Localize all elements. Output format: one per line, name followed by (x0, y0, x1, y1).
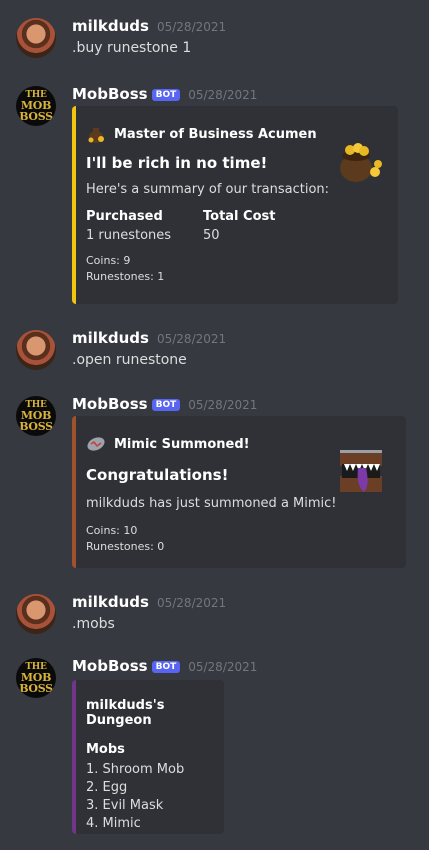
message-4: THE MOB BOSS MobBoss BOT 05/28/2021 Mimic … (0, 394, 429, 570)
field-value: 50 (203, 228, 220, 243)
field-name: Total Cost (203, 209, 276, 224)
embed-field: Purchased 1 runestones (86, 209, 203, 243)
message-header: MobBoss BOT 05/28/2021 (72, 656, 257, 675)
timestamp: 05/28/2021 (188, 398, 258, 412)
gold-pot-icon (340, 143, 382, 182)
username[interactable]: MobBoss (72, 657, 148, 675)
message-2: THE MOB BOSS MobBoss BOT 05/28/2021 Master… (0, 84, 429, 306)
timestamp: 05/28/2021 (188, 88, 258, 102)
embed-author-name: Mimic Summoned! (114, 436, 250, 452)
footer-line: Coins: 9 (86, 254, 131, 267)
username[interactable]: MobBoss (72, 85, 148, 103)
user-avatar[interactable] (16, 594, 56, 634)
footer-line: Coins: 10 (86, 524, 138, 537)
embed-color-bar (72, 106, 76, 304)
user-avatar[interactable] (16, 18, 56, 58)
embed-author-name: Master of Business Acumen (114, 126, 317, 142)
embed: milkduds's Dungeon Mobs 1. Shroom Mob 2.… (72, 680, 224, 834)
bot-avatar-text: BOSS (19, 109, 53, 123)
embed-footer: Coins: 9 Runestones: 1 (86, 253, 386, 285)
bot-avatar-text: MOB (20, 98, 52, 112)
bot-avatar[interactable]: THE MOB BOSS (16, 396, 56, 436)
message-header: MobBoss BOT 05/28/2021 (72, 394, 257, 413)
embed-title: milkduds's Dungeon (86, 698, 165, 728)
bot-avatar[interactable]: THE MOB BOSS (16, 658, 56, 698)
message-1: milkduds 05/28/2021 .buy runestone 1 (0, 16, 429, 64)
embed-field: Total Cost 50 (203, 209, 275, 243)
field-name: Purchased (86, 209, 163, 224)
runestone-icon (87, 437, 105, 451)
list-item: 2. Egg (86, 780, 128, 795)
bot-tag: BOT (151, 399, 181, 411)
embed-fields: Purchased 1 runestones Total Cost 50 (86, 209, 386, 243)
message-text: .mobs (72, 616, 115, 632)
money-bag-icon (88, 128, 104, 143)
bot-tag: BOT (151, 89, 181, 101)
field-name: Mobs (86, 742, 125, 757)
footer-line: Runestones: 1 (86, 270, 165, 283)
bot-avatar-text: MOB (20, 408, 52, 422)
message-text: .buy runestone 1 (72, 40, 192, 56)
bot-avatar[interactable]: THE MOB BOSS (16, 86, 56, 126)
username[interactable]: MobBoss (72, 395, 148, 413)
timestamp: 05/28/2021 (156, 20, 227, 34)
field-value: 1 runestones (86, 228, 172, 243)
message-3: milkduds 05/28/2021 .open runestone (0, 328, 429, 376)
message-text: .open runestone (72, 352, 187, 368)
message-header: MobBoss BOT 05/28/2021 (72, 84, 257, 103)
timestamp: 05/28/2021 (156, 596, 227, 610)
embed-description: milkduds has just summoned a Mimic! (86, 496, 337, 511)
bot-avatar-text: MOB (20, 670, 52, 684)
username[interactable]: milkduds (72, 593, 149, 611)
message-header: milkduds 05/28/2021 (72, 592, 226, 611)
username[interactable]: milkduds (72, 17, 149, 35)
embed-footer: Coins: 10 Runestones: 0 (86, 523, 394, 555)
list-item: 1. Shroom Mob (86, 762, 185, 777)
list-item: 4. Mimic (86, 816, 141, 831)
timestamp: 05/28/2021 (188, 660, 258, 674)
embed: Master of Business Acumen I'll be rich i… (72, 106, 398, 304)
bot-avatar-text: BOSS (19, 681, 53, 695)
embed: Mimic Summoned! Congratulations! milkdud… (72, 416, 406, 568)
message-6: THE MOB BOSS MobBoss BOT 05/28/2021 milkdu… (0, 656, 429, 836)
list-item: 3. Evil Mask (86, 798, 164, 813)
bot-tag: BOT (151, 661, 181, 673)
message-header: milkduds 05/28/2021 (72, 16, 226, 35)
message-5: milkduds 05/28/2021 .mobs (0, 592, 429, 640)
username[interactable]: milkduds (72, 329, 149, 347)
timestamp: 05/28/2021 (156, 332, 227, 346)
embed-color-bar (72, 680, 76, 834)
mimic-chest-icon (340, 450, 382, 492)
footer-line: Runestones: 0 (86, 540, 165, 553)
message-header: milkduds 05/28/2021 (72, 328, 226, 347)
embed-color-bar (72, 416, 76, 568)
bot-avatar-text: BOSS (19, 419, 53, 433)
user-avatar[interactable] (16, 330, 56, 370)
